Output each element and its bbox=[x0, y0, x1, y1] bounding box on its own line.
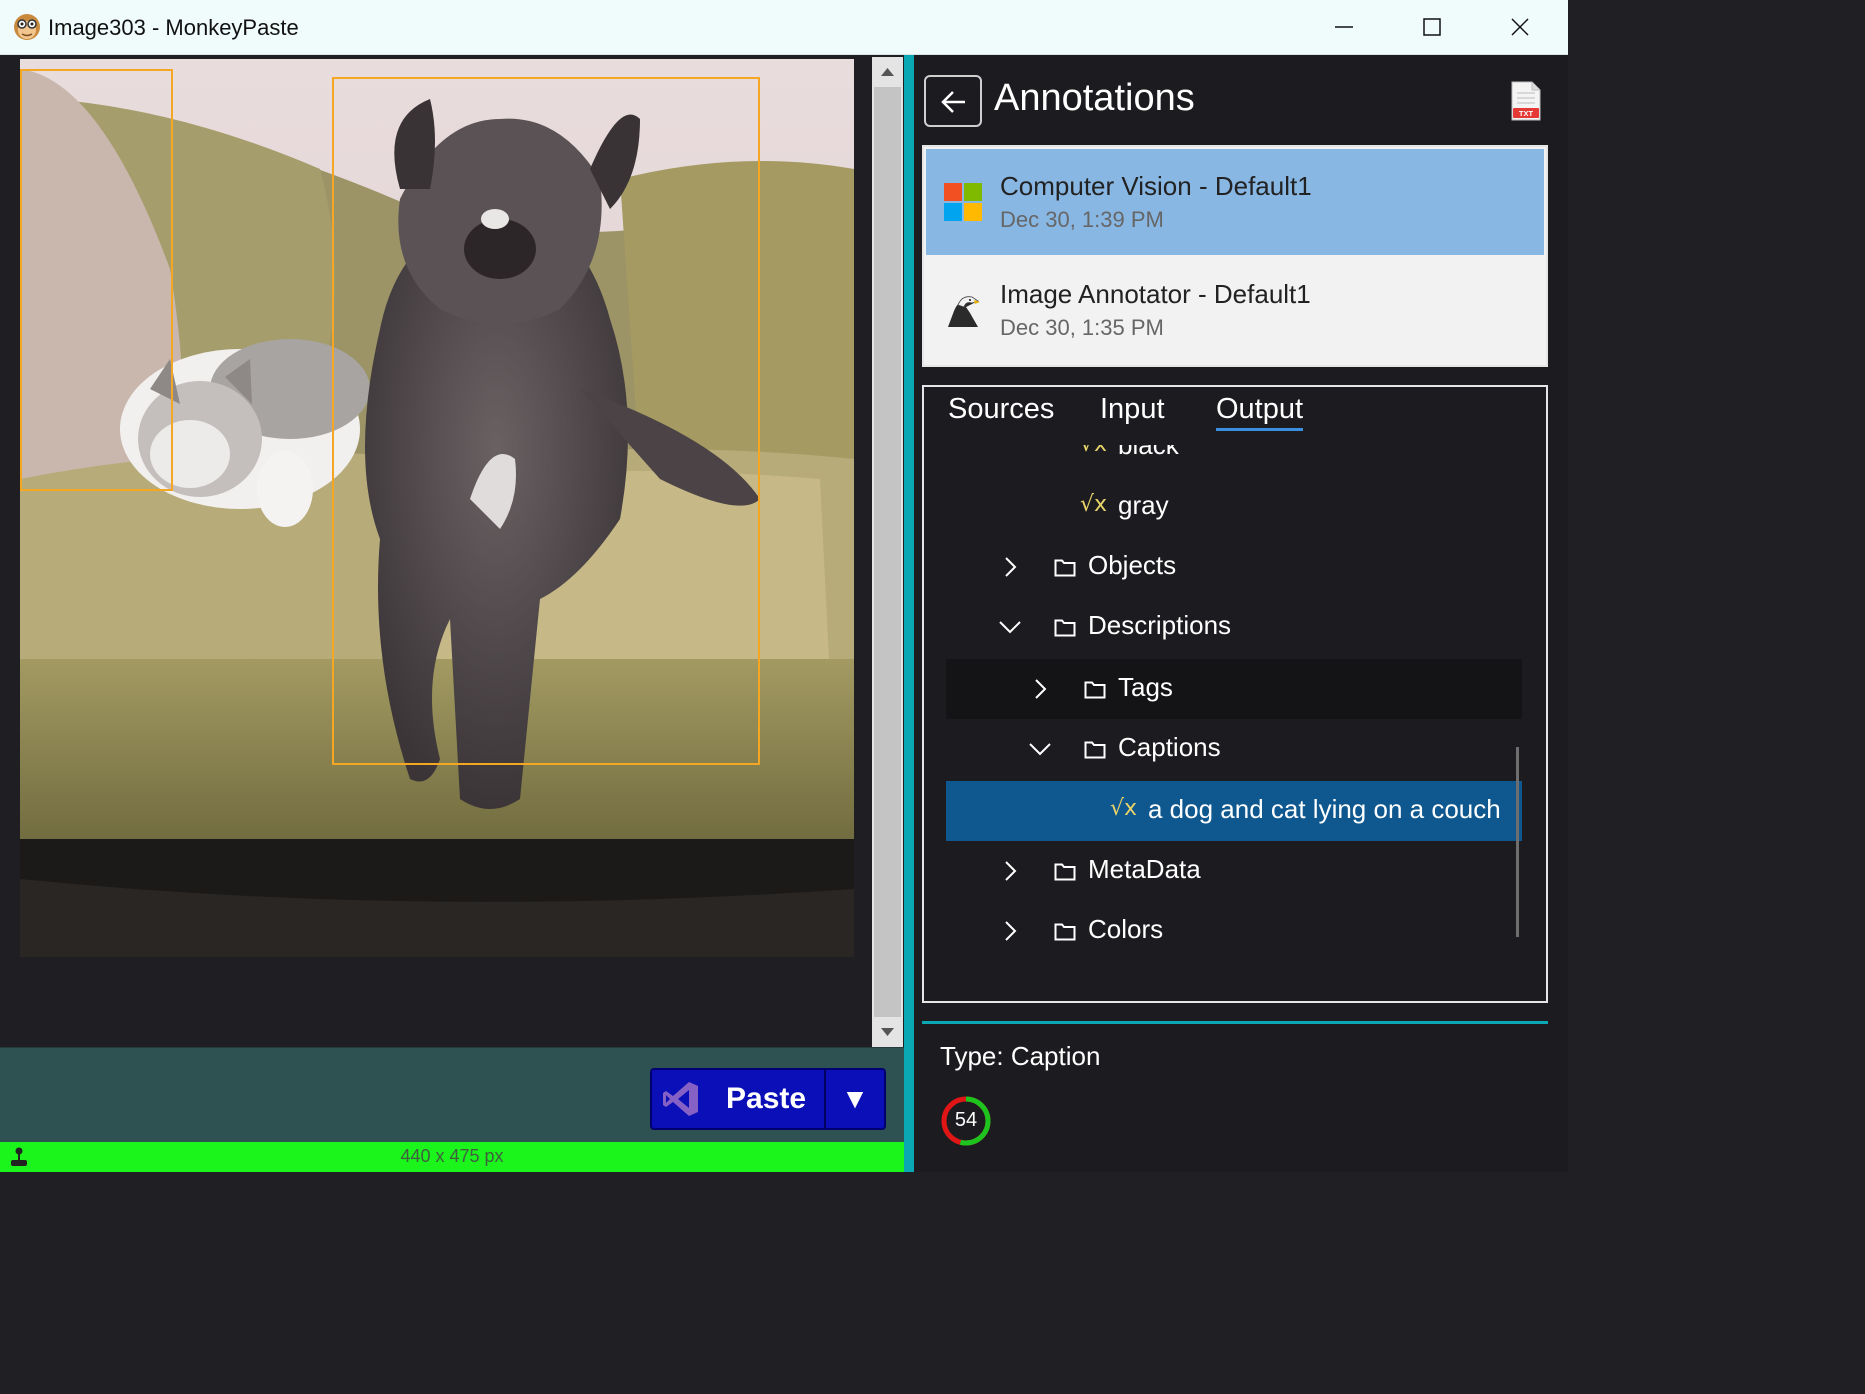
annotation-tree-panel: Sources Input Output √x black √x gray Ob… bbox=[922, 385, 1548, 1003]
annotation-tree: √x black √x gray Objects Descriptions bbox=[924, 445, 1546, 1001]
tree-row-colors[interactable]: Colors bbox=[946, 901, 1522, 961]
panel-title: Annotations bbox=[994, 77, 1195, 119]
annotation-source-list: Computer Vision - Default1 Dec 30, 1:39 … bbox=[922, 145, 1548, 367]
tree-row-label: Colors bbox=[1088, 914, 1164, 944]
detail-divider bbox=[922, 1021, 1548, 1024]
source-item-image-annotator[interactable]: Image Annotator - Default1 Dec 30, 1:35 … bbox=[926, 257, 1544, 363]
tree-row-label: Descriptions bbox=[1088, 610, 1232, 640]
tree-row-label: black bbox=[1118, 445, 1179, 460]
paste-button-group: Paste ▼ bbox=[650, 1068, 886, 1130]
minimize-icon bbox=[1335, 26, 1353, 28]
image-scrollbar[interactable] bbox=[872, 57, 903, 1047]
scroll-down-icon bbox=[881, 1028, 894, 1036]
maximize-button[interactable] bbox=[1388, 0, 1476, 55]
monkey-icon bbox=[14, 14, 40, 40]
source-name: Computer Vision - Default1 bbox=[1000, 171, 1312, 201]
arrow-left-icon bbox=[941, 91, 965, 113]
tree-row-label: MetaData bbox=[1088, 854, 1201, 884]
chevron-right-icon[interactable] bbox=[998, 859, 1022, 883]
window-title: Image303 - MonkeyPaste bbox=[48, 15, 299, 40]
visual-studio-icon bbox=[663, 1082, 698, 1116]
paste-button[interactable]: Paste bbox=[652, 1070, 826, 1128]
folder-icon bbox=[1054, 559, 1076, 577]
scroll-up-button[interactable] bbox=[872, 57, 903, 87]
sqrt-icon: √x bbox=[1110, 796, 1138, 821]
annotations-pane: Annotations TXT Computer Vision - Defaul… bbox=[914, 55, 1568, 1172]
txt-file-icon[interactable]: TXT bbox=[1510, 81, 1542, 121]
chevron-right-icon[interactable] bbox=[1028, 677, 1052, 701]
tree-row-label: gray bbox=[1118, 490, 1169, 520]
folder-icon bbox=[1054, 863, 1076, 881]
confidence-score: 54 bbox=[954, 1109, 978, 1131]
scroll-thumb[interactable] bbox=[874, 87, 901, 1017]
scroll-down-button[interactable] bbox=[872, 1017, 903, 1047]
paste-label: Paste bbox=[726, 1082, 807, 1115]
tree-row-metadata[interactable]: MetaData bbox=[946, 841, 1522, 901]
source-date: Dec 30, 1:39 PM bbox=[1000, 207, 1164, 232]
chevron-down-icon[interactable] bbox=[998, 615, 1022, 639]
tree-row-label: Captions bbox=[1118, 732, 1221, 762]
annotation-type: Type: Caption bbox=[940, 1041, 1101, 1071]
annotation-bbox-cat[interactable] bbox=[20, 69, 173, 491]
source-name: Image Annotator - Default1 bbox=[1000, 279, 1311, 309]
tree-row-label: a dog and cat lying on a couch bbox=[1148, 794, 1501, 824]
source-date: Dec 30, 1:35 PM bbox=[1000, 315, 1164, 340]
scroll-up-icon bbox=[881, 68, 894, 76]
tree-row-objects[interactable]: Objects bbox=[946, 537, 1522, 597]
paste-toolbar: Paste ▼ bbox=[0, 1047, 904, 1142]
sqrt-icon: √x bbox=[1080, 445, 1107, 457]
chevron-right-icon[interactable] bbox=[998, 555, 1022, 579]
source-item-computer-vision[interactable]: Computer Vision - Default1 Dec 30, 1:39 … bbox=[926, 149, 1544, 255]
svg-text:TXT: TXT bbox=[1519, 109, 1534, 118]
sqrt-icon: √x bbox=[1080, 492, 1108, 517]
minimize-button[interactable] bbox=[1300, 0, 1388, 55]
tab-input[interactable]: Input bbox=[1100, 393, 1165, 426]
folder-icon bbox=[1084, 741, 1106, 759]
chevron-down-icon: ▼ bbox=[841, 1083, 869, 1114]
eagle-icon bbox=[948, 296, 980, 327]
tree-row-gray[interactable]: √x gray bbox=[946, 477, 1522, 537]
chevron-right-icon[interactable] bbox=[998, 919, 1022, 943]
clip-preview-pane: Paste ▼ 440 x 475 px bbox=[0, 55, 906, 1172]
close-icon bbox=[1511, 18, 1529, 36]
tree-row-tags[interactable]: Tags bbox=[946, 659, 1522, 719]
title-bar: Image303 - MonkeyPaste bbox=[0, 0, 1568, 55]
close-button[interactable] bbox=[1476, 0, 1564, 55]
tree-scrollbar[interactable] bbox=[1516, 747, 1519, 937]
microsoft-logo-icon bbox=[944, 183, 982, 221]
maximize-icon bbox=[1423, 18, 1441, 36]
pane-splitter[interactable] bbox=[904, 55, 914, 1172]
folder-icon bbox=[1054, 923, 1076, 941]
image-viewport[interactable] bbox=[2, 57, 872, 1047]
annotation-bbox-dog[interactable] bbox=[332, 77, 760, 765]
folder-icon bbox=[1084, 681, 1106, 699]
chevron-down-icon[interactable] bbox=[1028, 737, 1052, 761]
image-dimensions: 440 x 475 px bbox=[400, 1146, 504, 1166]
tab-strip: Sources Input Output bbox=[924, 387, 1546, 445]
tree-row-label: Tags bbox=[1118, 672, 1173, 702]
folder-icon bbox=[1054, 619, 1076, 637]
tree-row-label: Objects bbox=[1088, 550, 1177, 580]
tree-row-captions[interactable]: Captions bbox=[946, 719, 1522, 779]
tree-row-black[interactable]: √x black bbox=[946, 445, 1522, 477]
tab-sources[interactable]: Sources bbox=[948, 393, 1054, 426]
status-bar: 440 x 475 px bbox=[0, 1142, 904, 1172]
tree-row-descriptions[interactable]: Descriptions bbox=[946, 597, 1522, 657]
paste-dropdown-button[interactable]: ▼ bbox=[826, 1083, 884, 1115]
tree-row-caption-value[interactable]: √x a dog and cat lying on a couch bbox=[946, 781, 1522, 841]
tab-output[interactable]: Output bbox=[1216, 393, 1304, 431]
back-button[interactable] bbox=[924, 75, 982, 127]
